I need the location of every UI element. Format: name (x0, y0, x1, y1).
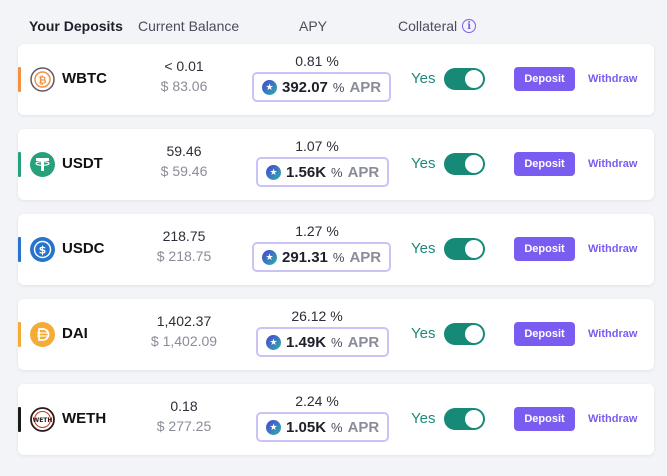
balance-usd: $ 83.06 (160, 78, 208, 94)
balance-usd: $ 277.25 (156, 418, 212, 434)
apr-percent-sign: % (332, 79, 345, 95)
token-symbol: USDC (62, 240, 105, 257)
weth-icon: WETH (30, 407, 55, 432)
toggle-knob (465, 410, 483, 428)
balance-amount: < 0.01 (164, 58, 204, 74)
current-balance-heading: Current Balance (138, 18, 240, 34)
apr-badge[interactable]: ★ 392.07 % APR (252, 72, 392, 102)
apy-value: 1.27 % (295, 223, 339, 239)
apr-badge[interactable]: ★ 1.56K % APR (256, 157, 390, 187)
deposit-button[interactable]: Deposit (514, 67, 575, 91)
toggle-knob (465, 70, 483, 88)
balance-amount: 59.46 (166, 143, 202, 159)
apr-label: APR (347, 418, 380, 436)
apr-value: 392.07 (282, 78, 328, 96)
toggle-knob (465, 155, 483, 173)
deposit-row-usdc: $ USDC 218.75 $ 218.75 1.27 % ★ 291.31 %… (18, 214, 654, 285)
token-symbol: USDT (62, 155, 103, 172)
collateral-status: Yes (411, 240, 436, 257)
apy-value: 26.12 % (291, 308, 343, 324)
apr-percent-sign: % (331, 419, 343, 435)
apr-label: APR (349, 78, 382, 96)
balance-amount: 1,402.37 (156, 313, 212, 329)
apy-heading: APY (299, 18, 328, 34)
deposit-button[interactable]: Deposit (514, 152, 575, 176)
collateral-status: Yes (411, 155, 436, 172)
deposit-button[interactable]: Deposit (514, 322, 575, 346)
apr-badge[interactable]: ★ 1.05K % APR (256, 412, 390, 442)
info-icon[interactable]: i (462, 19, 477, 33)
token-symbol: WETH (62, 410, 107, 427)
collateral-toggle[interactable] (444, 323, 485, 345)
toggle-knob (465, 325, 483, 343)
withdraw-button[interactable]: Withdraw (588, 73, 637, 85)
collateral-heading: Collateral i (398, 18, 477, 34)
apr-badge[interactable]: ★ 1.49K % APR (256, 327, 390, 357)
apr-label: APR (347, 333, 380, 351)
collateral-status: Yes (411, 410, 436, 427)
reward-icon: ★ (262, 79, 277, 95)
row-accent-bar (18, 152, 21, 177)
apy-value: 2.24 % (295, 393, 339, 409)
apr-percent-sign: % (331, 164, 343, 180)
row-accent-bar (18, 322, 21, 347)
apr-value: 291.31 (282, 248, 328, 266)
toggle-knob (465, 240, 483, 258)
collateral-heading-label: Collateral (398, 18, 458, 34)
deposit-row-wbtc: ₿ WBTC < 0.01 $ 83.06 0.81 % ★ 392.07 % … (18, 44, 654, 115)
svg-text:$: $ (39, 244, 47, 257)
balance-usd: $ 59.46 (160, 163, 208, 179)
reward-icon: ★ (262, 249, 277, 265)
usdt-icon (30, 152, 55, 177)
deposit-button[interactable]: Deposit (514, 407, 575, 431)
collateral-toggle[interactable] (444, 238, 485, 260)
deposits-header: Your Deposits Current Balance APY Collat… (0, 0, 667, 42)
row-accent-bar (18, 407, 21, 432)
usdc-icon: $ (30, 237, 55, 262)
collateral-toggle[interactable] (444, 153, 485, 175)
wbtc-icon: ₿ (30, 67, 55, 92)
apy-value: 1.07 % (295, 138, 339, 154)
collateral-toggle[interactable] (444, 68, 485, 90)
apr-percent-sign: % (332, 249, 345, 265)
apr-value: 1.56K (286, 163, 327, 181)
apr-percent-sign: % (331, 334, 343, 350)
deposit-row-dai: DAI 1,402.37 $ 1,402.09 26.12 % ★ 1.49K … (18, 299, 654, 370)
deposit-row-usdt: USDT 59.46 $ 59.46 1.07 % ★ 1.56K % APR … (18, 129, 654, 200)
dai-icon (30, 322, 55, 347)
token-symbol: WBTC (62, 70, 107, 87)
deposit-button[interactable]: Deposit (514, 237, 575, 261)
apr-value: 1.49K (286, 333, 327, 351)
deposit-row-weth: WETH WETH 0.18 $ 277.25 2.24 % ★ 1.05K %… (18, 384, 654, 455)
balance-amount: 0.18 (170, 398, 198, 414)
reward-icon: ★ (266, 419, 281, 435)
reward-icon: ★ (266, 164, 281, 180)
withdraw-button[interactable]: Withdraw (588, 328, 637, 340)
withdraw-button[interactable]: Withdraw (588, 413, 637, 425)
collateral-toggle[interactable] (444, 408, 485, 430)
apr-value: 1.05K (286, 418, 327, 436)
balance-usd: $ 1,402.09 (150, 333, 218, 349)
svg-text:WETH: WETH (33, 417, 53, 424)
collateral-status: Yes (411, 325, 436, 342)
apr-label: APR (347, 163, 380, 181)
apy-value: 0.81 % (295, 53, 339, 69)
withdraw-button[interactable]: Withdraw (588, 243, 637, 255)
reward-icon: ★ (266, 334, 281, 350)
balance-amount: 218.75 (162, 228, 206, 244)
svg-text:₿: ₿ (38, 75, 46, 87)
row-accent-bar (18, 67, 21, 92)
withdraw-button[interactable]: Withdraw (588, 158, 637, 170)
collateral-status: Yes (411, 70, 436, 87)
row-accent-bar (18, 237, 21, 262)
balance-usd: $ 218.75 (156, 248, 212, 264)
apr-badge[interactable]: ★ 291.31 % APR (252, 242, 392, 272)
token-symbol: DAI (62, 325, 88, 342)
apr-label: APR (349, 248, 382, 266)
your-deposits-heading: Your Deposits (29, 18, 123, 34)
